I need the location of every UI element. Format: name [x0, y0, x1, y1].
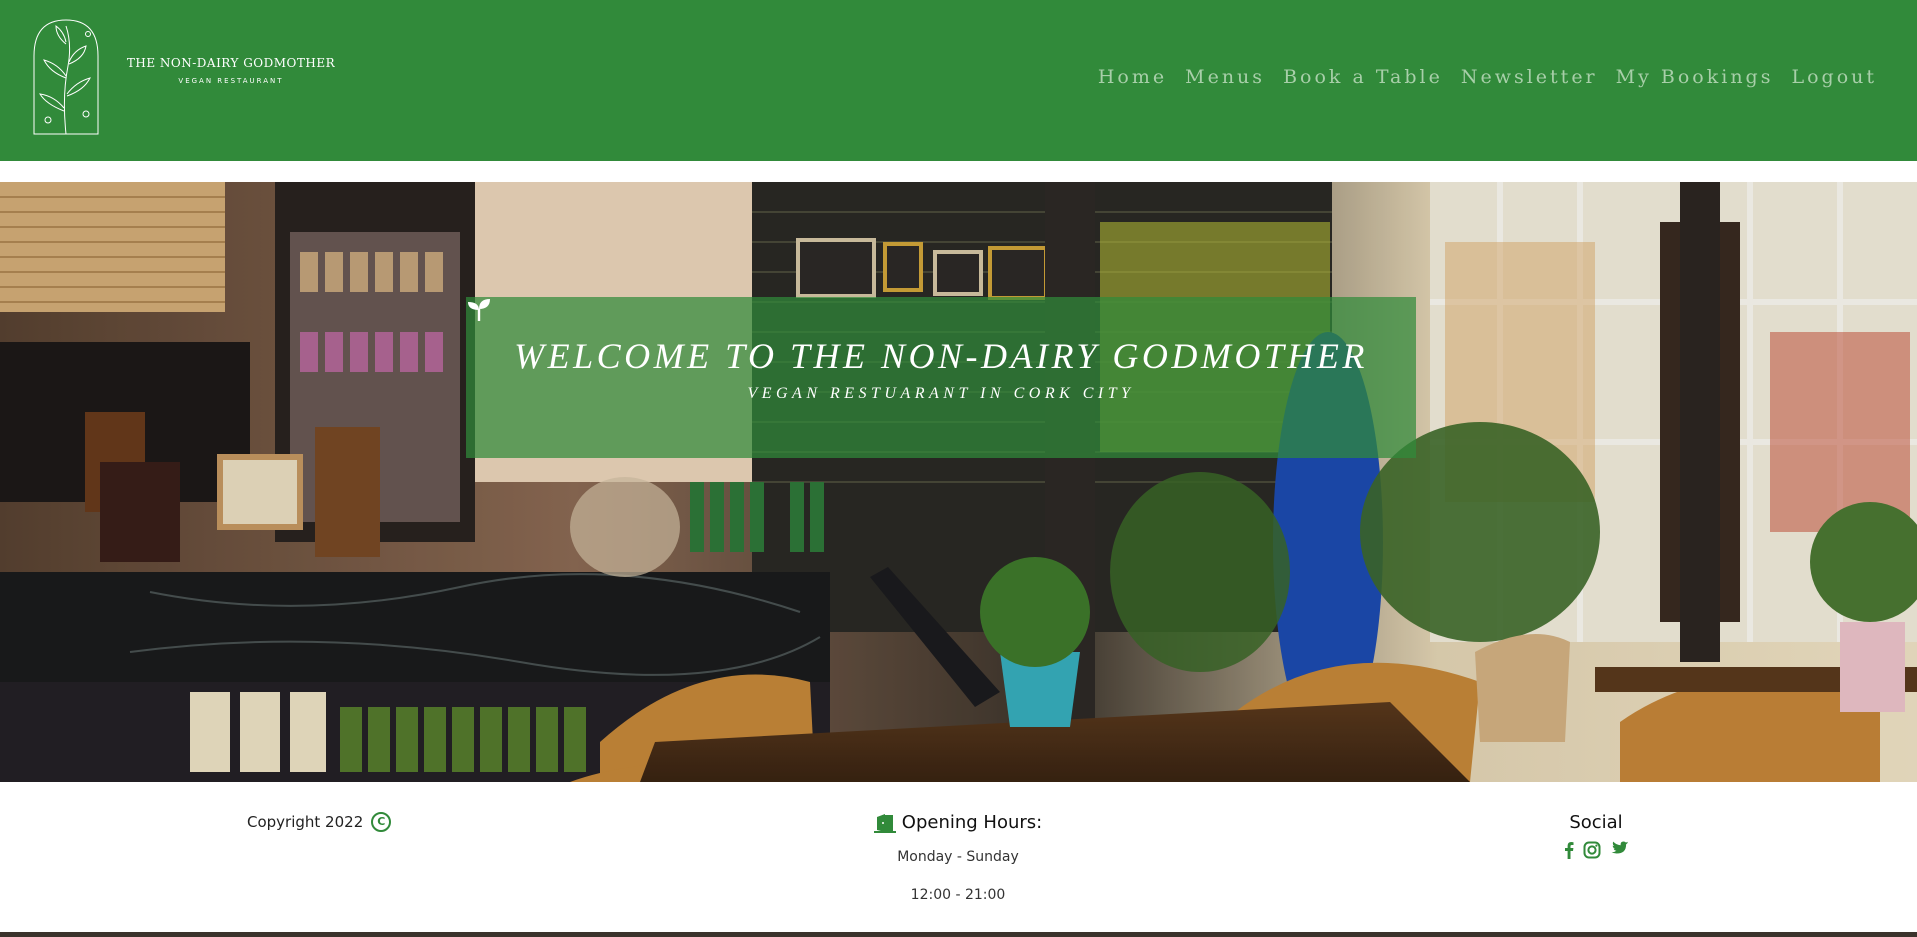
door-open-icon [873, 813, 896, 833]
main-nav: Home Menus Book a Table Newsletter My Bo… [1098, 66, 1877, 88]
brand-logo[interactable]: THE NON-DAIRY GODMOTHER VEGAN RESTAURANT [26, 16, 346, 144]
site-footer: Copyright 2022 C Opening Hours: Monday -… [0, 782, 1917, 932]
hero-background-image [0, 182, 1917, 782]
copyright-text: Copyright 2022 [247, 813, 364, 831]
opening-days: Monday - Sunday [897, 848, 1019, 865]
brand-tagline: VEGAN RESTAURANT [178, 77, 284, 85]
navbar: THE NON-DAIRY GODMOTHER VEGAN RESTAURANT… [0, 0, 1917, 161]
copyright-icon: C [371, 812, 392, 832]
twitter-icon[interactable] [1610, 841, 1629, 863]
social-icons [1546, 841, 1646, 863]
facebook-icon[interactable] [1564, 841, 1574, 863]
nav-logout[interactable]: Logout [1791, 66, 1877, 88]
hero-section: WELCOME TO THE NON-DAIRY GODMOTHER VEGAN… [0, 182, 1917, 782]
welcome-banner: WELCOME TO THE NON-DAIRY GODMOTHER VEGAN… [466, 297, 1416, 458]
botanical-leaf-icon [33, 19, 99, 135]
instagram-icon[interactable] [1583, 841, 1601, 863]
nav-menus[interactable]: Menus [1185, 66, 1265, 88]
opening-hours-heading-row: Opening Hours: [873, 812, 1043, 833]
brand-name: THE NON-DAIRY GODMOTHER [126, 56, 336, 70]
social-heading: Social [1569, 812, 1623, 833]
opening-hours-heading: Opening Hours: [901, 812, 1043, 833]
nav-newsletter[interactable]: Newsletter [1461, 66, 1598, 88]
opening-time: 12:00 - 21:00 [910, 886, 1006, 903]
nav-home[interactable]: Home [1098, 66, 1167, 88]
sprout-icon [468, 299, 490, 321]
nav-my-bookings[interactable]: My Bookings [1616, 66, 1774, 88]
hero-subtitle: VEGAN RESTUARANT IN CORK CITY [747, 385, 1135, 402]
bottom-strip [0, 932, 1917, 937]
nav-book-a-table[interactable]: Book a Table [1283, 66, 1443, 88]
opening-hours: Opening Hours: Monday - Sunday 12:00 - 2… [760, 812, 1156, 903]
hero-title: WELCOME TO THE NON-DAIRY GODMOTHER [514, 336, 1368, 376]
copyright: Copyright 2022 C [247, 812, 392, 832]
social-section: Social [1546, 812, 1646, 863]
